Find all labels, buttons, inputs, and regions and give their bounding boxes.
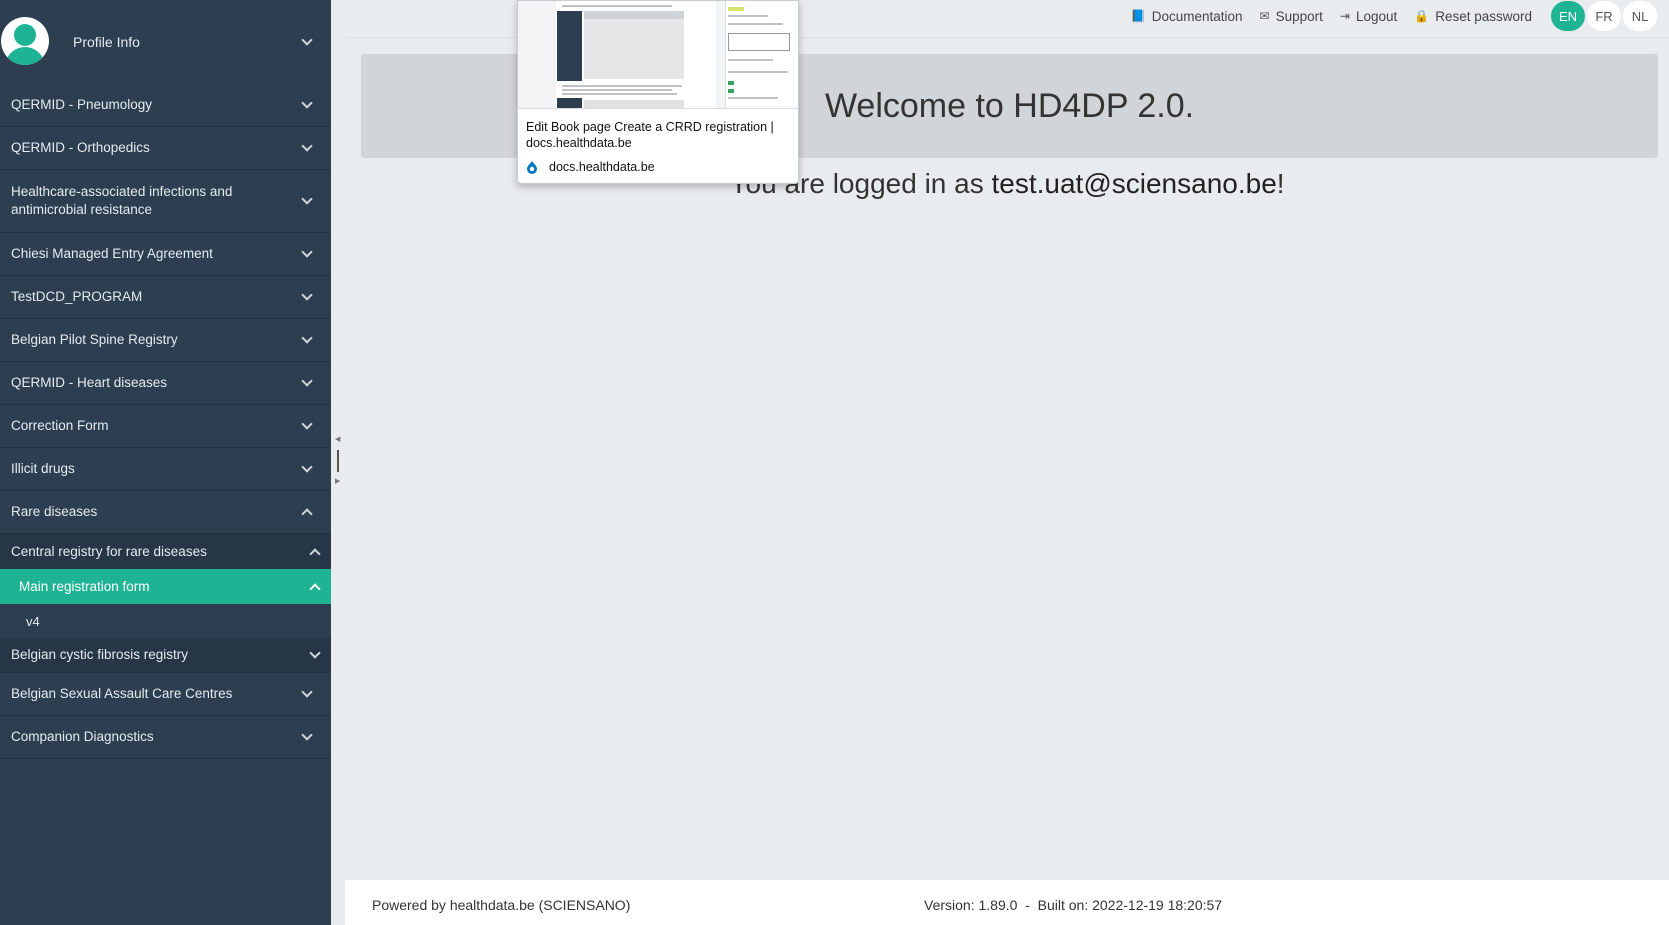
sidebar-item-qermid-pneumology[interactable]: QERMID - Pneumology [0,84,331,127]
sidebar-item-testdcd[interactable]: TestDCD_PROGRAM [0,276,331,319]
documentation-link[interactable]: 📘 Documentation [1131,9,1243,24]
sidebar-item-qermid-orthopedics[interactable]: QERMID - Orthopedics [0,127,331,170]
drupal-icon [527,160,537,174]
language-nl-button[interactable]: NL [1623,1,1657,31]
sidebar-item-label: Chiesi Managed Entry Agreement [11,246,213,261]
sidebar-item-label: QERMID - Heart diseases [11,375,168,390]
sidebar: Profile Info QERMID - Pneumology QERMID … [0,0,331,925]
chevron-down-icon [301,375,313,387]
user-avatar-icon [1,17,49,65]
user-email: test.uat@sciensano.be [991,168,1277,199]
sidebar-item-chiesi[interactable]: Chiesi Managed Entry Agreement [0,233,331,276]
chevron-down-icon [301,332,313,344]
reset-password-label: Reset password [1435,8,1532,24]
support-label: Support [1275,8,1323,24]
sidebar-item-rare-diseases[interactable]: Rare diseases [0,491,331,534]
drag-handle[interactable] [337,450,339,472]
sidebar-leaf-label: v4 [26,613,40,629]
link-preview-source-label: docs.healthdata.be [549,160,655,174]
sidebar-item-cystic-fibrosis[interactable]: Belgian cystic fibrosis registry [0,638,331,673]
link-preview-title: Edit Book page Create a CRRD registratio… [526,120,774,150]
link-preview-thumbnail [518,1,798,109]
sidebar-subitem-central-registry[interactable]: Central registry for rare diseases [0,534,331,569]
sidebar-item-label: Correction Form [11,418,109,433]
chevron-down-icon [301,246,313,258]
sidebar-item-healthcare-infections[interactable]: Healthcare-associated infections and ant… [0,170,331,233]
sidebar-item-label: Belgian Sexual Assault Care Centres [11,686,233,701]
sidebar-item-sexual-assault[interactable]: Belgian Sexual Assault Care Centres [0,673,331,716]
book-icon: 📘 [1130,9,1146,23]
sidebar-splitter[interactable]: ◀ ▶ [331,0,345,925]
lock-icon: 🔒 [1414,9,1430,23]
chevron-down-icon [301,140,313,152]
footer: Powered by healthdata.be (SCIENSANO) Ver… [345,880,1669,925]
support-link[interactable]: ✉ Support [1260,9,1323,24]
chevron-down-icon [301,729,313,741]
sidebar-subitem-main-registration-form[interactable]: Main registration form [0,569,331,604]
welcome-title: Welcome to HD4DP 2.0. [824,86,1195,125]
logout-link[interactable]: ⇥ Logout [1340,9,1397,24]
documentation-label: Documentation [1151,8,1243,24]
version-text: Version: 1.89.0 - Built on: 2022-12-19 1… [924,897,1223,913]
logged-in-suffix: ! [1276,168,1285,199]
expand-right-icon[interactable]: ▶ [335,477,340,485]
sidebar-item-label: Companion Diagnostics [11,729,154,744]
sidebar-item-label: Belgian cystic fibrosis registry [11,647,189,662]
profile-info[interactable]: Profile Info [0,0,331,84]
sidebar-leaf-v4[interactable]: v4 [0,604,331,638]
chevron-down-icon [301,193,313,205]
language-en-button[interactable]: EN [1551,1,1585,31]
powered-by-text: Powered by healthdata.be (SCIENSANO) [372,897,631,913]
chevron-down-icon [301,289,313,301]
sidebar-item-label: Illicit drugs [11,461,75,476]
sidebar-item-label: QERMID - Orthopedics [11,140,150,155]
sidebar-item-label: QERMID - Pneumology [11,97,153,112]
sidebar-item-qermid-heart[interactable]: QERMID - Heart diseases [0,362,331,405]
sidebar-item-label: Healthcare-associated infections and ant… [11,184,233,217]
chevron-down-icon [301,461,313,473]
chevron-down-icon [301,418,313,430]
link-preview-popup[interactable]: Edit Book page Create a CRRD registratio… [517,0,799,184]
chevron-up-icon [309,582,321,595]
sign-out-icon: ⇥ [1339,9,1350,23]
sidebar-item-spine-registry[interactable]: Belgian Pilot Spine Registry [0,319,331,362]
profile-info-label: Profile Info [73,34,140,50]
sidebar-subitem-label: Main registration form [19,579,150,594]
sidebar-item-illicit-drugs[interactable]: Illicit drugs [0,448,331,491]
language-fr-button[interactable]: FR [1587,1,1621,31]
sidebar-item-label: Belgian Pilot Spine Registry [11,332,178,347]
sidebar-item-correction-form[interactable]: Correction Form [0,405,331,448]
logout-label: Logout [1355,8,1398,24]
chevron-up-icon [301,508,313,520]
collapse-left-icon[interactable]: ◀ [335,435,340,443]
chevron-down-icon [301,34,313,46]
chevron-down-icon [301,686,313,698]
chevron-up-icon [309,547,321,560]
sidebar-item-companion-diagnostics[interactable]: Companion Diagnostics [0,716,331,759]
reset-password-link[interactable]: 🔒 Reset password [1414,9,1532,24]
sidebar-item-label: Rare diseases [11,504,98,519]
sidebar-item-label: TestDCD_PROGRAM [11,289,143,304]
sidebar-subitem-label: Central registry for rare diseases [11,544,207,559]
link-preview-source: docs.healthdata.be [526,160,655,174]
envelope-icon: ✉ [1259,9,1270,23]
chevron-down-icon [301,97,313,109]
chevron-down-icon [309,647,321,659]
